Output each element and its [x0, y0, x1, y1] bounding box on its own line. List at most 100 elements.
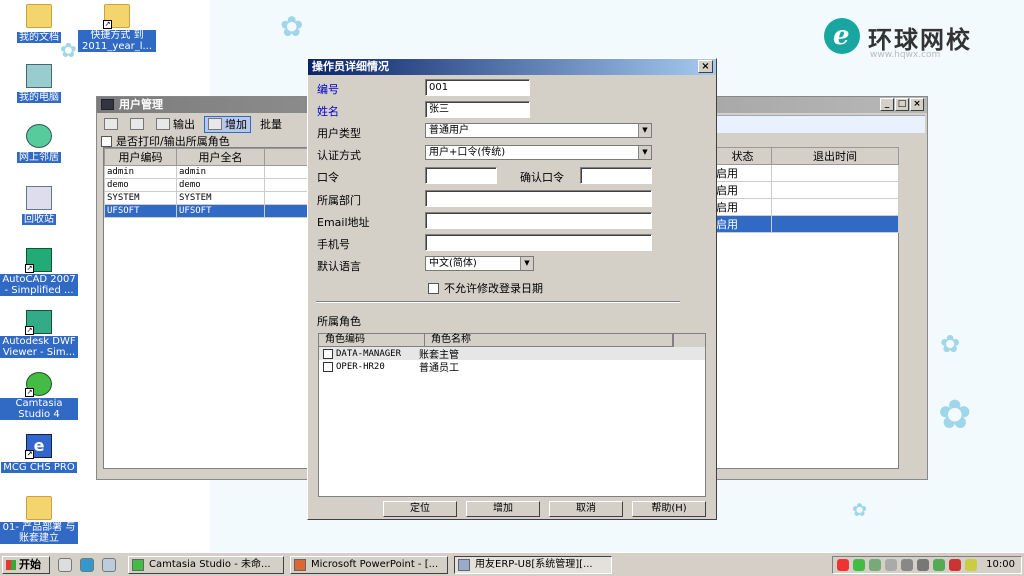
table-row[interactable]: 启用	[713, 181, 899, 199]
desktop-icon-camtasia[interactable]: ↗ Camtasia Studio 4	[0, 372, 78, 420]
cancel-button[interactable]: 取消	[549, 501, 623, 517]
powerpoint-icon	[294, 559, 306, 571]
task-erp-u8[interactable]: 用友ERP-U8[系统管理][...	[454, 556, 612, 574]
desktop: ✿ ✿ ✿ ✿ ✿ e 环球网校 www.hqwx.com 我的文档 ↗ 快捷方…	[0, 0, 1024, 552]
chevron-down-icon[interactable]: ▼	[520, 257, 533, 270]
toolbar: 输出 增加 批量	[101, 115, 285, 133]
column-header[interactable]: 状态	[713, 147, 772, 165]
ie-icon[interactable]	[80, 558, 94, 572]
desktop-icon-product-folder[interactable]: 01- 产品部署 与账套建立	[0, 496, 78, 544]
name-label: 姓名	[317, 105, 339, 118]
auth-label: 认证方式	[317, 149, 361, 162]
phone-input[interactable]	[425, 234, 652, 251]
user-type-label: 用户类型	[317, 127, 361, 140]
taskbar: 开始 Camtasia Studio - 未命... Microsoft Pow…	[0, 552, 1024, 576]
preview-icon	[130, 118, 144, 130]
table-row[interactable]: 启用	[713, 198, 899, 216]
flower-decoration: ✿	[852, 500, 868, 521]
media-icon[interactable]	[58, 558, 72, 572]
column-header[interactable]: 角色名称	[425, 334, 673, 346]
password-label: 口令	[317, 171, 339, 184]
chevron-down-icon[interactable]: ▼	[638, 146, 651, 159]
roles-list[interactable]: 角色编码 角色名称 DATA-MANAGER 账套主管 OPER-HR20 普通…	[318, 333, 706, 497]
column-header[interactable]: 退出时间	[771, 147, 899, 165]
app-icon	[101, 99, 114, 110]
list-item[interactable]: OPER-HR20 普通员工	[319, 360, 705, 374]
preview-button[interactable]	[127, 116, 147, 133]
flower-decoration: ✿	[940, 330, 961, 358]
ie-icon: e ↗	[25, 434, 52, 459]
checkbox-icon[interactable]	[323, 361, 333, 372]
confirm-password-label: 确认口令	[520, 171, 564, 184]
task-camtasia[interactable]: Camtasia Studio - 未命...	[128, 556, 284, 574]
erp-icon	[458, 559, 470, 571]
table-row[interactable]: admin admin	[104, 165, 315, 179]
dialog-titlebar[interactable]: 操作员详细情况 ×	[308, 59, 716, 75]
desktop-icon[interactable]	[102, 558, 116, 572]
desktop-icon-mcg[interactable]: e ↗ MCG CHS PRO	[0, 434, 78, 473]
desktop-icon-shortcut-2011[interactable]: ↗ 快捷方式 到 2011_year_l...	[78, 4, 156, 52]
checkbox-icon[interactable]	[323, 348, 333, 359]
tray-icon[interactable]	[885, 559, 897, 571]
printer-icon	[104, 118, 118, 130]
tray-icon[interactable]	[837, 559, 849, 571]
password-input[interactable]	[425, 167, 497, 184]
table-row[interactable]: 启用	[713, 215, 899, 233]
help-button[interactable]: 帮助(H)	[632, 501, 706, 517]
operator-detail-dialog[interactable]: 操作员详细情况 × 编号 001 姓名 张三 用户类型 普通用户 ▼ 认证方式 …	[307, 58, 717, 520]
dept-input[interactable]	[425, 190, 652, 207]
table-row[interactable]: 启用	[713, 164, 899, 182]
tray-icon[interactable]	[853, 559, 865, 571]
locate-button[interactable]: 定位	[383, 501, 457, 517]
table-row[interactable]: SYSTEM SYSTEM	[104, 191, 315, 205]
shortcut-folder-icon: ↗	[103, 4, 130, 29]
tray-icon[interactable]	[869, 559, 881, 571]
desktop-icon-recycle-bin[interactable]: 回收站	[0, 186, 78, 225]
close-button[interactable]: ×	[910, 98, 924, 111]
table-row[interactable]: demo demo	[104, 178, 315, 192]
tray-icon[interactable]	[933, 559, 945, 571]
column-header[interactable]: 用户全名	[176, 148, 265, 166]
confirm-password-input[interactable]	[580, 167, 652, 184]
name-input[interactable]: 张三	[425, 101, 530, 118]
chevron-down-icon[interactable]: ▼	[638, 124, 651, 137]
batch-button[interactable]: 批量	[257, 116, 285, 133]
code-label: 编号	[317, 83, 339, 96]
add-button[interactable]: 增加	[204, 115, 251, 133]
user-type-select[interactable]: 普通用户 ▼	[425, 123, 652, 138]
tray-icon[interactable]	[965, 559, 977, 571]
maximize-button[interactable]: □	[895, 98, 909, 111]
flower-decoration: ✿	[280, 10, 304, 43]
minimize-button[interactable]: _	[880, 98, 894, 111]
desktop-icon-autocad[interactable]: ↗ AutoCAD 2007 - Simplified ...	[0, 248, 78, 296]
list-item[interactable]: DATA-MANAGER 账套主管	[319, 347, 705, 361]
desktop-icon-dwf-viewer[interactable]: ↗ Autodesk DWF Viewer - Sim...	[0, 310, 78, 358]
email-input[interactable]	[425, 212, 652, 229]
language-select[interactable]: 中文(简体) ▼	[425, 256, 534, 271]
desktop-icon-my-documents[interactable]: 我的文档	[0, 4, 78, 43]
column-header[interactable]: 角色编码	[319, 334, 425, 346]
task-powerpoint[interactable]: Microsoft PowerPoint - [...	[290, 556, 448, 574]
no-modify-date-checkbox[interactable]: 不允许修改登录日期	[428, 280, 543, 296]
table-row[interactable]: UFSOFT UFSOFT	[104, 204, 315, 218]
desktop-icon-my-computer[interactable]: 我的电脑	[0, 64, 78, 103]
phone-label: 手机号	[317, 238, 350, 251]
network-icon[interactable]	[917, 559, 929, 571]
close-button[interactable]: ×	[698, 60, 713, 73]
export-button[interactable]: 输出	[153, 116, 198, 133]
users-table-right[interactable]: 状态 退出时间 启用 启用 启用 启用	[713, 147, 899, 233]
start-button[interactable]: 开始	[2, 556, 50, 574]
column-header[interactable]: 用户编码	[104, 148, 177, 166]
brand-logo: e 环球网校 www.hqwx.com	[824, 16, 1014, 60]
tray-icon[interactable]	[949, 559, 961, 571]
add-button[interactable]: 增加	[466, 501, 540, 517]
checkbox-icon	[428, 282, 439, 294]
speaker-icon[interactable]	[901, 559, 913, 571]
print-button[interactable]	[101, 116, 121, 133]
desktop-icon-network[interactable]: 网上邻居	[0, 124, 78, 163]
clock[interactable]: 10:00	[986, 558, 1015, 572]
computer-icon	[26, 64, 52, 88]
auth-select[interactable]: 用户+口令(传统) ▼	[425, 145, 652, 160]
scrollbar[interactable]	[673, 334, 705, 347]
code-input[interactable]: 001	[425, 79, 530, 96]
